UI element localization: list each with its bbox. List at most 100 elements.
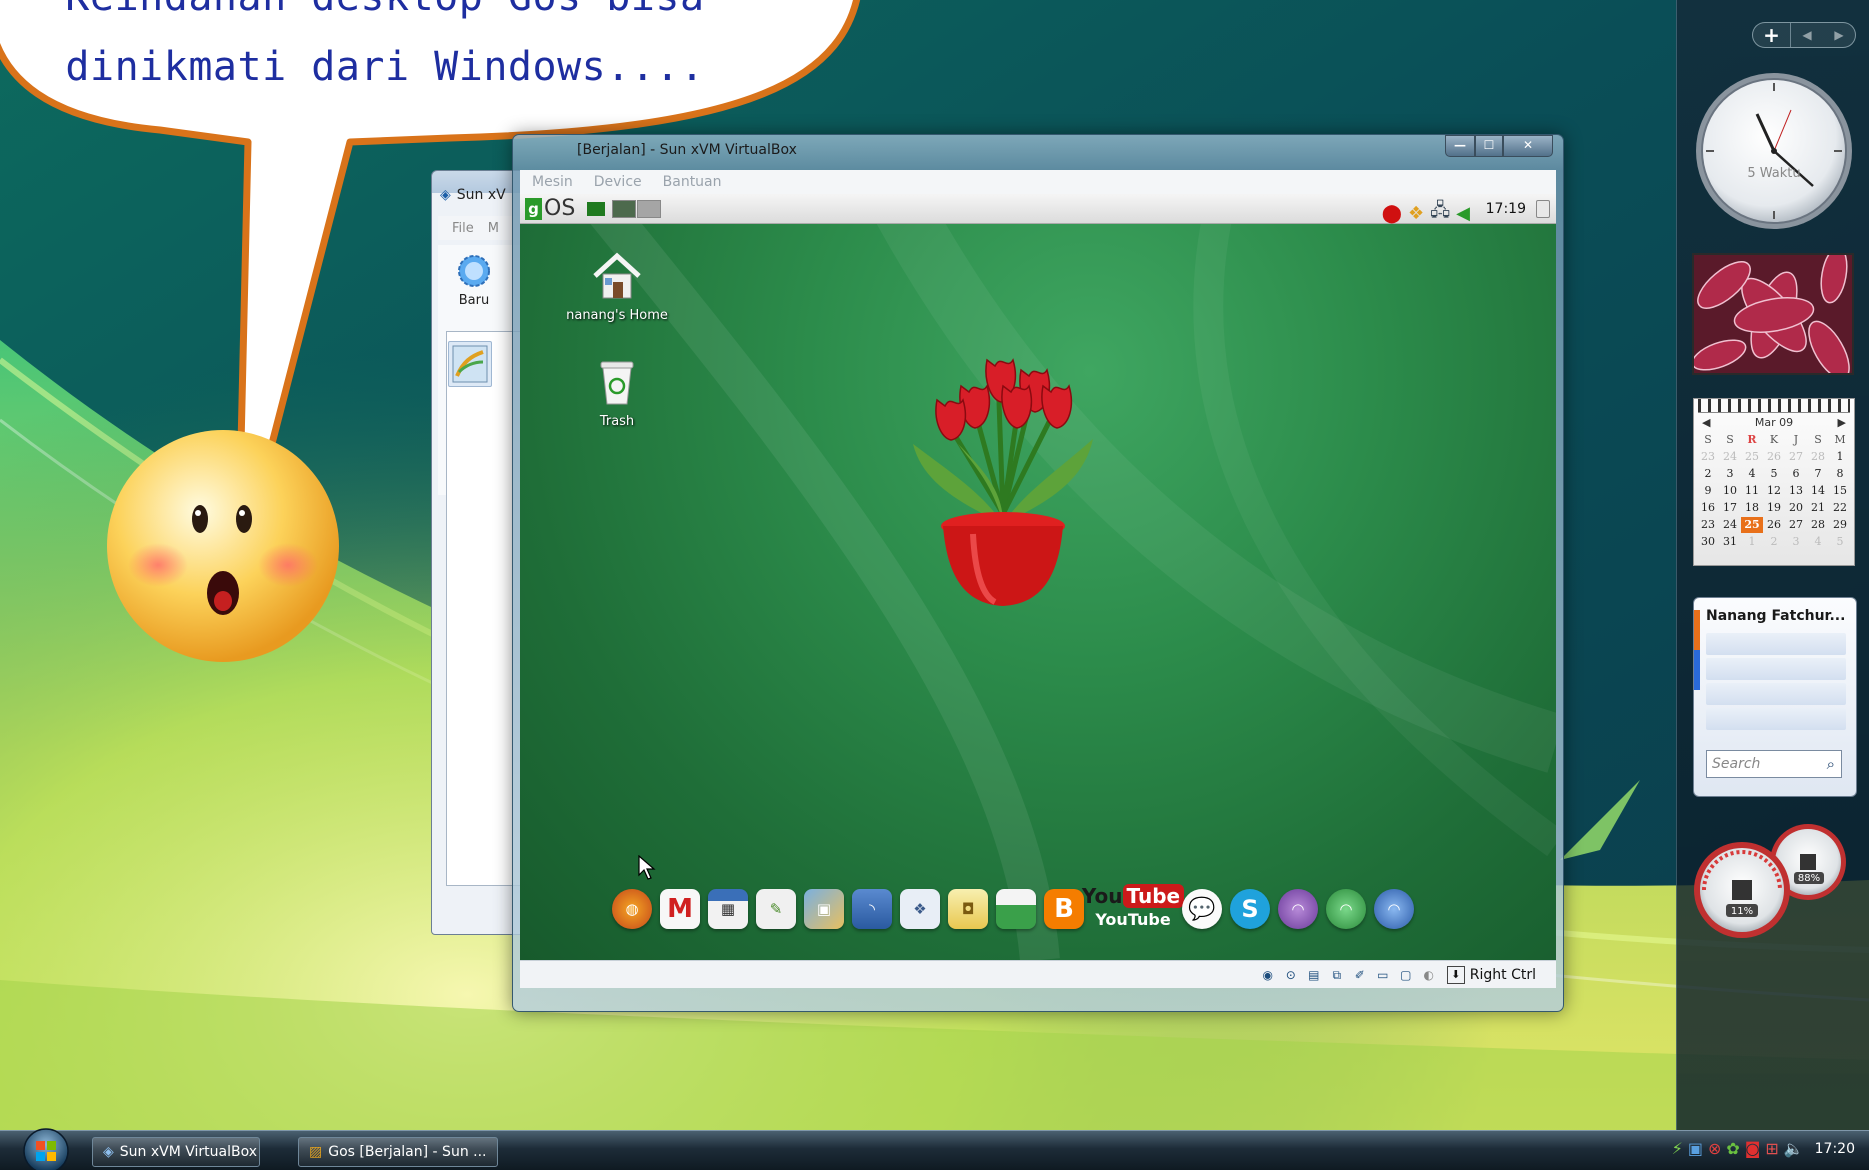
guest-desktop[interactable]: nanang's Home Trash ◍ M ▦ ✎ ▣ ◝ ❖ ◘ B Yo… [520, 224, 1556, 960]
tray-error-icon[interactable]: ⊗ [1708, 1139, 1721, 1158]
dock-image-viewer[interactable]: ▣ [804, 889, 844, 929]
calendar-day[interactable]: 23 [1697, 517, 1719, 533]
calendar-day[interactable]: 26 [1763, 449, 1785, 465]
gos-virtualbox-window[interactable]: [Berjalan] - Sun xVM VirtualBox — ☐ ✕ Me… [512, 134, 1564, 1012]
calendar-today[interactable]: 25 [1741, 517, 1763, 533]
calendar-day[interactable]: 18 [1741, 500, 1763, 516]
dock-openoffice-calc[interactable]: ◠ [1326, 889, 1366, 929]
calendar-day[interactable]: 17 [1719, 500, 1741, 516]
clock-gadget[interactable]: 5 Waktu [1693, 70, 1855, 232]
calendar-day[interactable]: 21 [1807, 500, 1829, 516]
calendar-day[interactable]: 7 [1807, 466, 1829, 482]
workspace-2[interactable] [637, 200, 661, 218]
vrdp-icon[interactable]: ▢ [1397, 966, 1415, 984]
calendar-day[interactable]: 28 [1807, 517, 1829, 533]
calendar-day[interactable]: 8 [1829, 466, 1851, 482]
calendar-day[interactable]: 19 [1763, 500, 1785, 516]
desktop-icon-trash[interactable]: Trash [562, 358, 672, 429]
calendar-day[interactable]: 10 [1719, 483, 1741, 499]
dock-book[interactable]: ❖ [900, 889, 940, 929]
calendar-day[interactable]: 24 [1719, 517, 1741, 533]
slideshow-gadget[interactable] [1692, 253, 1854, 375]
feed-search-box[interactable]: Search ⌕ [1706, 750, 1842, 778]
calendar-day[interactable]: 14 [1807, 483, 1829, 499]
calendar-day[interactable]: 20 [1785, 500, 1807, 516]
feed-item[interactable] [1706, 708, 1846, 730]
dock-openoffice-impress[interactable]: ◠ [1278, 889, 1318, 929]
calendar-day[interactable]: 22 [1829, 500, 1851, 516]
dock-openoffice-writer[interactable]: ◠ [1374, 889, 1414, 929]
calendar-day[interactable]: 26 [1763, 517, 1785, 533]
calendar-day[interactable]: 2 [1763, 534, 1785, 550]
calendar-day[interactable]: 25 [1741, 449, 1763, 465]
tray-volume-icon[interactable]: 🔈 [1784, 1139, 1804, 1158]
show-desktop-icon[interactable] [587, 202, 605, 216]
calendar-day[interactable]: 30 [1697, 534, 1719, 550]
calendar-day[interactable]: 27 [1785, 517, 1807, 533]
tray-red-app-icon[interactable]: ◙ [1745, 1139, 1761, 1158]
calendar-day[interactable]: 16 [1697, 500, 1719, 516]
taskbar-clock[interactable]: 17:20 [1815, 1141, 1855, 1157]
calendar-prev-icon[interactable]: ◀ [1702, 416, 1710, 429]
calendar-day[interactable]: 27 [1785, 449, 1807, 465]
close-button[interactable]: ✕ [1503, 135, 1553, 157]
update-alert-icon[interactable]: ⬤ [1382, 203, 1402, 224]
calendar-day[interactable]: 13 [1785, 483, 1807, 499]
calendar-day[interactable]: 6 [1785, 466, 1807, 482]
calendar-day[interactable]: 28 [1807, 449, 1829, 465]
tray-network-icon[interactable]: ⊞ [1765, 1139, 1778, 1158]
tray-app-icon[interactable]: ⚡ [1672, 1139, 1683, 1158]
desktop-icon-home[interactable]: nanang's Home [562, 252, 672, 323]
mouse-integration-icon[interactable]: ◐ [1420, 966, 1438, 984]
dock-calendar[interactable]: ▦ [708, 889, 748, 929]
guest-screen[interactable]: g OS ⬤ ❖ 🖧 ◀ 17:19 nanang's Home Trash ◍… [520, 194, 1556, 960]
calendar-day[interactable]: 3 [1785, 534, 1807, 550]
start-button[interactable] [20, 1127, 72, 1170]
color-app-icon[interactable]: ❖ [1408, 203, 1424, 224]
calendar-next-icon[interactable]: ▶ [1838, 416, 1846, 429]
calendar-day[interactable]: 1 [1741, 534, 1763, 550]
menu-bantuan[interactable]: Bantuan [663, 174, 722, 190]
dock-gmail[interactable]: M [660, 889, 700, 929]
next-gadget-icon[interactable]: ▶ [1823, 28, 1855, 42]
menu-device[interactable]: Device [594, 174, 642, 190]
guest-clock[interactable]: 17:19 [1486, 201, 1526, 217]
tray-monitor-icon[interactable]: ▣ [1688, 1139, 1703, 1158]
volume-icon[interactable]: ◀ [1456, 203, 1470, 224]
calendar-day[interactable]: 4 [1807, 534, 1829, 550]
feed-item[interactable] [1706, 683, 1846, 705]
calendar-day[interactable]: 2 [1697, 466, 1719, 482]
feed-item[interactable] [1706, 633, 1846, 655]
menu-machine[interactable]: M [488, 221, 499, 236]
prev-gadget-icon[interactable]: ◀ [1791, 28, 1823, 42]
hdd-icon[interactable]: ◉ [1259, 966, 1277, 984]
calendar-day[interactable]: 11 [1741, 483, 1763, 499]
menu-mesin[interactable]: Mesin [532, 174, 573, 190]
dock-blogger[interactable]: B [1044, 889, 1084, 929]
dock-text-editor[interactable]: ✎ [756, 889, 796, 929]
workspace-1[interactable] [612, 200, 636, 218]
add-gadget-button[interactable]: + [1753, 23, 1791, 47]
new-vm-button[interactable]: Baru [454, 253, 494, 308]
dock-rss[interactable]: ◝ [852, 889, 892, 929]
feed-item[interactable] [1706, 658, 1846, 680]
minimize-button[interactable]: — [1445, 135, 1475, 157]
dock-youtube[interactable]: You Tube YouTube [1082, 884, 1185, 929]
calendar-day[interactable]: 31 [1719, 534, 1741, 550]
shared-folder-icon[interactable]: ▭ [1374, 966, 1392, 984]
dock-photo[interactable] [996, 889, 1036, 929]
calendar-day[interactable]: 1 [1829, 449, 1851, 465]
vm-list-item[interactable] [448, 341, 492, 387]
tray-green-app-icon[interactable]: ✿ [1726, 1139, 1739, 1158]
calendar-gadget[interactable]: ◀ Mar 09 ▶ S S R K J S M 23 24 25 26 27 28 1 2 3 4 5 6 7 8 9 1… [1693, 398, 1855, 566]
calendar-day[interactable]: 23 [1697, 449, 1719, 465]
calendar-day[interactable]: 5 [1763, 466, 1785, 482]
calendar-day[interactable]: 15 [1829, 483, 1851, 499]
floppy-icon[interactable]: ▤ [1305, 966, 1323, 984]
taskbar-button-gos[interactable]: ▨ Gos [Berjalan] - Sun ... [298, 1137, 498, 1167]
calendar-day[interactable]: 12 [1763, 483, 1785, 499]
calendar-day[interactable]: 4 [1741, 466, 1763, 482]
gos-menu-button[interactable]: g OS [525, 198, 575, 220]
network-adapter-icon[interactable]: ⧉ [1328, 966, 1346, 984]
calendar-day[interactable]: 3 [1719, 466, 1741, 482]
